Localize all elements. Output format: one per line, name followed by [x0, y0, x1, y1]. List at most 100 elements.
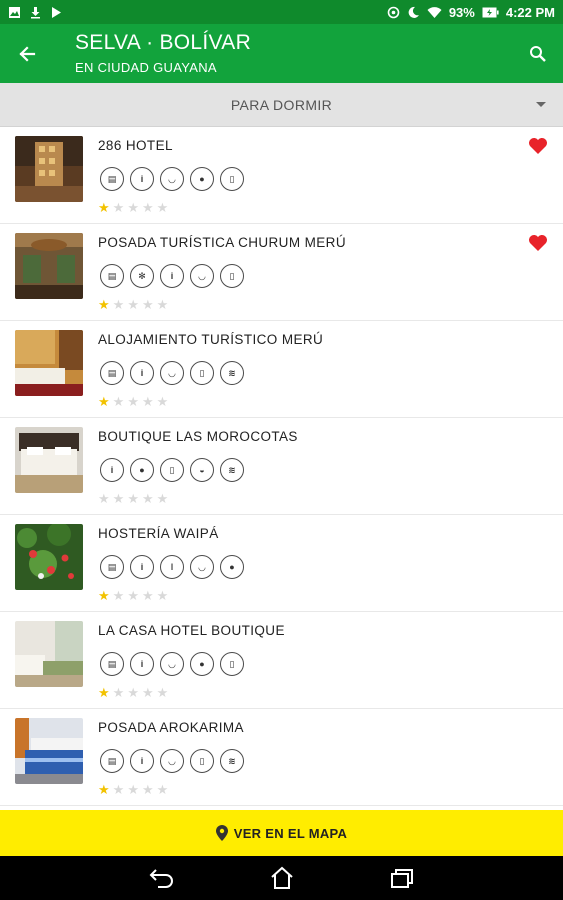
hotel-name: LA CASA HOTEL BOUTIQUE: [98, 623, 285, 638]
list-item[interactable]: LA CASA HOTEL BOUTIQUE ▤ i ◡ ● ▯ ★ ★ ★ ★ ★: [0, 612, 563, 709]
phone-icon: ▯: [160, 458, 184, 482]
hotel-name: 286 HOTEL: [98, 138, 173, 153]
amenity-icons: ▤ i ǀ ◡ ●: [100, 555, 244, 579]
star-icon: ★: [127, 297, 139, 312]
star-icon: ★: [112, 491, 125, 506]
home-icon: [271, 866, 293, 889]
star-icon: ★: [112, 782, 125, 797]
list-item[interactable]: 286 HOTEL ▤ i ◡ ● ▯ ★ ★ ★ ★ ★: [0, 127, 563, 224]
star-icon: ★: [156, 491, 169, 506]
smile-icon: ◡: [190, 555, 214, 579]
star-icon: ★: [112, 297, 125, 312]
rating-stars: ★ ★ ★ ★ ★: [98, 492, 168, 505]
play-store-icon: [52, 6, 61, 18]
star-icon: ★: [98, 297, 110, 312]
download-icon: [31, 6, 40, 18]
nav-back-button[interactable]: [149, 865, 175, 891]
rating-stars: ★ ★ ★ ★ ★: [98, 686, 168, 699]
battery-icon: [482, 7, 499, 17]
star-icon: ★: [156, 394, 169, 409]
phone-icon: ▯: [190, 749, 214, 773]
star-icon: ★: [156, 297, 169, 312]
smile-icon: ◡: [160, 652, 184, 676]
star-icon: ★: [98, 685, 110, 700]
heart-icon[interactable]: [528, 137, 548, 155]
sync-icon: [387, 6, 400, 18]
atm-icon: ▤: [100, 167, 124, 191]
rating-stars: ★ ★ ★ ★ ★: [98, 783, 168, 796]
phone-icon: ▯: [220, 167, 244, 191]
amenity-icons: ▤ i ◡ ▯ ≋: [100, 749, 244, 773]
hotel-thumbnail: [15, 427, 83, 493]
hotel-name: POSADA TURÍSTICA CHURUM MERÚ: [98, 235, 346, 250]
star-icon: ★: [127, 685, 139, 700]
info-icon: i: [160, 264, 184, 288]
image-icon: [9, 6, 20, 18]
star-icon: ★: [127, 588, 139, 603]
amenity-icons: ▤ ✻ i ◡ ▯: [100, 264, 244, 288]
status-bar: 93% 4:22 PM: [0, 0, 563, 24]
star-icon: ★: [141, 782, 154, 797]
rating-stars: ★ ★ ★ ★ ★: [98, 201, 168, 214]
star-icon: ★: [141, 394, 154, 409]
view-on-map-button[interactable]: VER EN EL MAPA: [0, 810, 563, 856]
info-icon: i: [130, 361, 154, 385]
atm-icon: ▤: [100, 749, 124, 773]
restaurant-icon: ●: [190, 652, 214, 676]
heart-icon[interactable]: [528, 234, 548, 252]
search-icon: [530, 46, 546, 62]
view-on-map-label: VER EN EL MAPA: [233, 825, 348, 841]
hotel-name: HOSTERÍA WAIPÁ: [98, 526, 219, 541]
page-title: SELVA · BOLÍVAR: [75, 31, 252, 54]
fan-icon: ✻: [130, 264, 154, 288]
info-icon: i: [130, 749, 154, 773]
star-icon: ★: [98, 782, 110, 797]
page-subtitle: EN CIUDAD GUAYANA: [75, 60, 217, 75]
list-item[interactable]: HOSTERÍA WAIPÁ ▤ i ǀ ◡ ● ★ ★ ★ ★ ★: [0, 515, 563, 612]
category-dropdown[interactable]: PARA DORMIR: [0, 83, 563, 127]
star-icon: ★: [141, 200, 154, 215]
star-icon: ★: [141, 491, 154, 506]
recents-icon: [391, 869, 413, 888]
info-icon: i: [130, 652, 154, 676]
star-icon: ★: [98, 394, 110, 409]
star-icon: ★: [141, 685, 154, 700]
star-icon: ★: [127, 491, 139, 506]
hotel-list: 286 HOTEL ▤ i ◡ ● ▯ ★ ★ ★ ★ ★ POSADA TURÍSTI…: [0, 127, 563, 810]
hotel-name: POSADA AROKARIMA: [98, 720, 244, 735]
amenity-icons: ▤ i ◡ ● ▯: [100, 167, 244, 191]
search-button[interactable]: [523, 39, 553, 69]
back-icon: [149, 869, 173, 888]
atm-icon: ▤: [100, 264, 124, 288]
back-button[interactable]: [12, 39, 42, 69]
list-item[interactable]: ALOJAMIENTO TURÍSTICO MERÚ ▤ i ◡ ▯ ≋ ★ ★ ★…: [0, 321, 563, 418]
smile-icon: ◡: [160, 167, 184, 191]
info-icon: i: [130, 167, 154, 191]
phone-icon: ▯: [220, 652, 244, 676]
rating-stars: ★ ★ ★ ★ ★: [98, 395, 168, 408]
clock: 4:22 PM: [505, 4, 555, 20]
wifi-icon: ≋: [220, 361, 244, 385]
map-pin-icon: [215, 825, 228, 841]
star-icon: ★: [112, 200, 125, 215]
amenity-icons: ▤ i ◡ ● ▯: [100, 652, 244, 676]
star-icon: ★: [156, 200, 169, 215]
smile-icon: ◡: [190, 264, 214, 288]
list-item[interactable]: POSADA TURÍSTICA CHURUM MERÚ ▤ ✻ i ◡ ▯ ★…: [0, 224, 563, 321]
atm-icon: ▤: [100, 652, 124, 676]
category-dropdown-value: PARA DORMIR: [230, 96, 333, 113]
star-icon: ★: [98, 200, 110, 215]
nav-recents-button[interactable]: [389, 865, 415, 891]
list-item[interactable]: POSADA AROKARIMA ▤ i ◡ ▯ ≋ ★ ★ ★ ★ ★: [0, 709, 563, 806]
list-item[interactable]: BOUTIQUE LAS MOROCOTAS i ● ▯ ◒ ≋ ★ ★ ★ ★ ★: [0, 418, 563, 515]
wifi-icon: [427, 6, 442, 18]
thermometer-icon: ǀ: [160, 555, 184, 579]
hotel-thumbnail: [15, 233, 83, 299]
star-icon: ★: [112, 685, 125, 700]
info-icon: i: [100, 458, 124, 482]
star-icon: ★: [141, 297, 154, 312]
nav-home-button[interactable]: [269, 865, 295, 891]
smile-icon: ◡: [160, 361, 184, 385]
amenity-icons: ▤ i ◡ ▯ ≋: [100, 361, 244, 385]
info-icon: i: [130, 555, 154, 579]
